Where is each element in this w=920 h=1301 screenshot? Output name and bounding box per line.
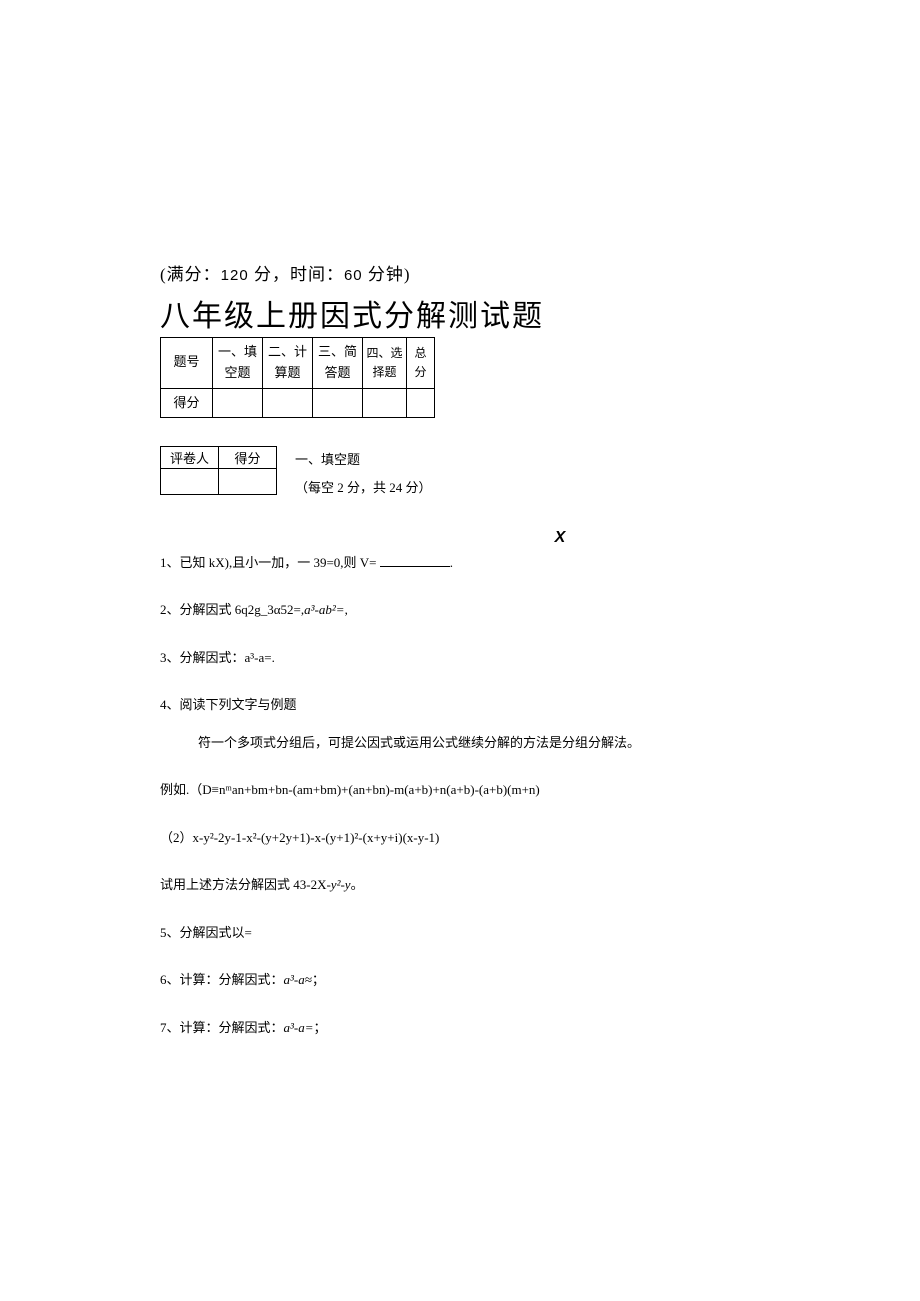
score-cell-1 xyxy=(213,388,263,418)
q3-a: 3、分解因式：a xyxy=(160,650,250,665)
score-cell-3 xyxy=(313,388,363,418)
score-col-2: 二、计算题 xyxy=(263,338,313,389)
q2-c: , xyxy=(345,602,348,617)
time-min: 60 xyxy=(344,267,363,284)
question-4-ex2: （2）x-y²-2y-1-x²-(y+2y+1)-x-(y+1)²-(x+y+i… xyxy=(160,828,760,848)
question-2: 2、分解因式 6q2g_3α52=,a³-ab²=, xyxy=(160,600,760,620)
question-4-ex1: 例如.（D≡nᵐan+bm+bn-(am+bm)+(an+bn)-m(a+b)+… xyxy=(160,780,760,800)
question-5: 5、分解因式以= xyxy=(160,923,760,943)
meta-prefix: (满分： xyxy=(160,265,221,284)
q1-tail: . xyxy=(450,555,453,570)
section-1-heading: 一、填空题 xyxy=(295,446,432,473)
q7-c: ； xyxy=(314,1020,327,1035)
meta-suffix: 分钟) xyxy=(363,265,411,284)
score-table: 题号 一、填空题 二、计算题 三、简答题 四、选择题 总分 得分 xyxy=(160,337,435,418)
question-7: 7、计算：分解因式：a³-a=； xyxy=(160,1018,760,1038)
q2-a: 2、分解因式 6q2g_3α52=, xyxy=(160,602,304,617)
q2-b: a³-ab²= xyxy=(304,602,344,617)
exam-title: 八年级上册因式分解测试题 xyxy=(160,291,760,335)
q6-c: ； xyxy=(312,972,325,987)
score-col-5: 总分 xyxy=(407,338,435,389)
grader-table: 评卷人 得分 xyxy=(160,446,277,495)
question-6: 6、计算：分解因式：a³-a≈； xyxy=(160,970,760,990)
question-4: 4、阅读下列文字与例题 xyxy=(160,695,760,715)
score-col-number: 题号 xyxy=(161,338,213,389)
q7-b: a³-a= xyxy=(284,1020,314,1035)
section-1-header: 评卷人 得分 一、填空题 （每空 2 分，共 24 分） xyxy=(160,446,760,501)
q4-try-b: y²-y xyxy=(331,877,351,892)
q7-a: 7、计算：分解因式： xyxy=(160,1020,284,1035)
score-col-3: 三、简答题 xyxy=(313,338,363,389)
section-1-text: 一、填空题 （每空 2 分，共 24 分） xyxy=(295,446,432,501)
q1-text: 1、已知 kX),且小一加，一 39=0,则 V= xyxy=(160,555,377,570)
x-mark: X xyxy=(360,529,760,547)
q3-b: ³-a=. xyxy=(250,650,275,665)
grader-blank-2 xyxy=(219,469,277,495)
q6-b: a³-a≈ xyxy=(284,972,312,987)
meta-mid: 分，时间： xyxy=(249,265,344,284)
q4-try-c: 。 xyxy=(351,877,364,892)
grader-blank-1 xyxy=(161,469,219,495)
q4-try-a: 试用上述方法分解因式 43-2X- xyxy=(160,877,331,892)
section-1-sub: （每空 2 分，共 24 分） xyxy=(295,474,432,501)
q1-blank xyxy=(380,555,450,567)
grader-col-score: 得分 xyxy=(219,447,277,469)
score-cell-4 xyxy=(363,388,407,418)
question-4-body: 符一个多项式分组后，可提公因式或运用公式继续分解的方法是分组分解法。 xyxy=(160,733,760,753)
score-cell-2 xyxy=(263,388,313,418)
score-col-1: 一、填空题 xyxy=(213,338,263,389)
score-cell-5 xyxy=(407,388,435,418)
score-col-4: 四、选择题 xyxy=(363,338,407,389)
score-row-label: 得分 xyxy=(161,388,213,418)
full-score: 120 xyxy=(221,267,249,284)
q6-a: 6、计算：分解因式： xyxy=(160,972,284,987)
question-4-try: 试用上述方法分解因式 43-2X-y²-y。 xyxy=(160,875,760,895)
question-1: 1、已知 kX),且小一加，一 39=0,则 V= . xyxy=(160,553,760,573)
question-3: 3、分解因式：a³-a=. xyxy=(160,648,760,668)
grader-col-person: 评卷人 xyxy=(161,447,219,469)
exam-meta: (满分：120 分，时间：60 分钟) xyxy=(160,260,760,285)
